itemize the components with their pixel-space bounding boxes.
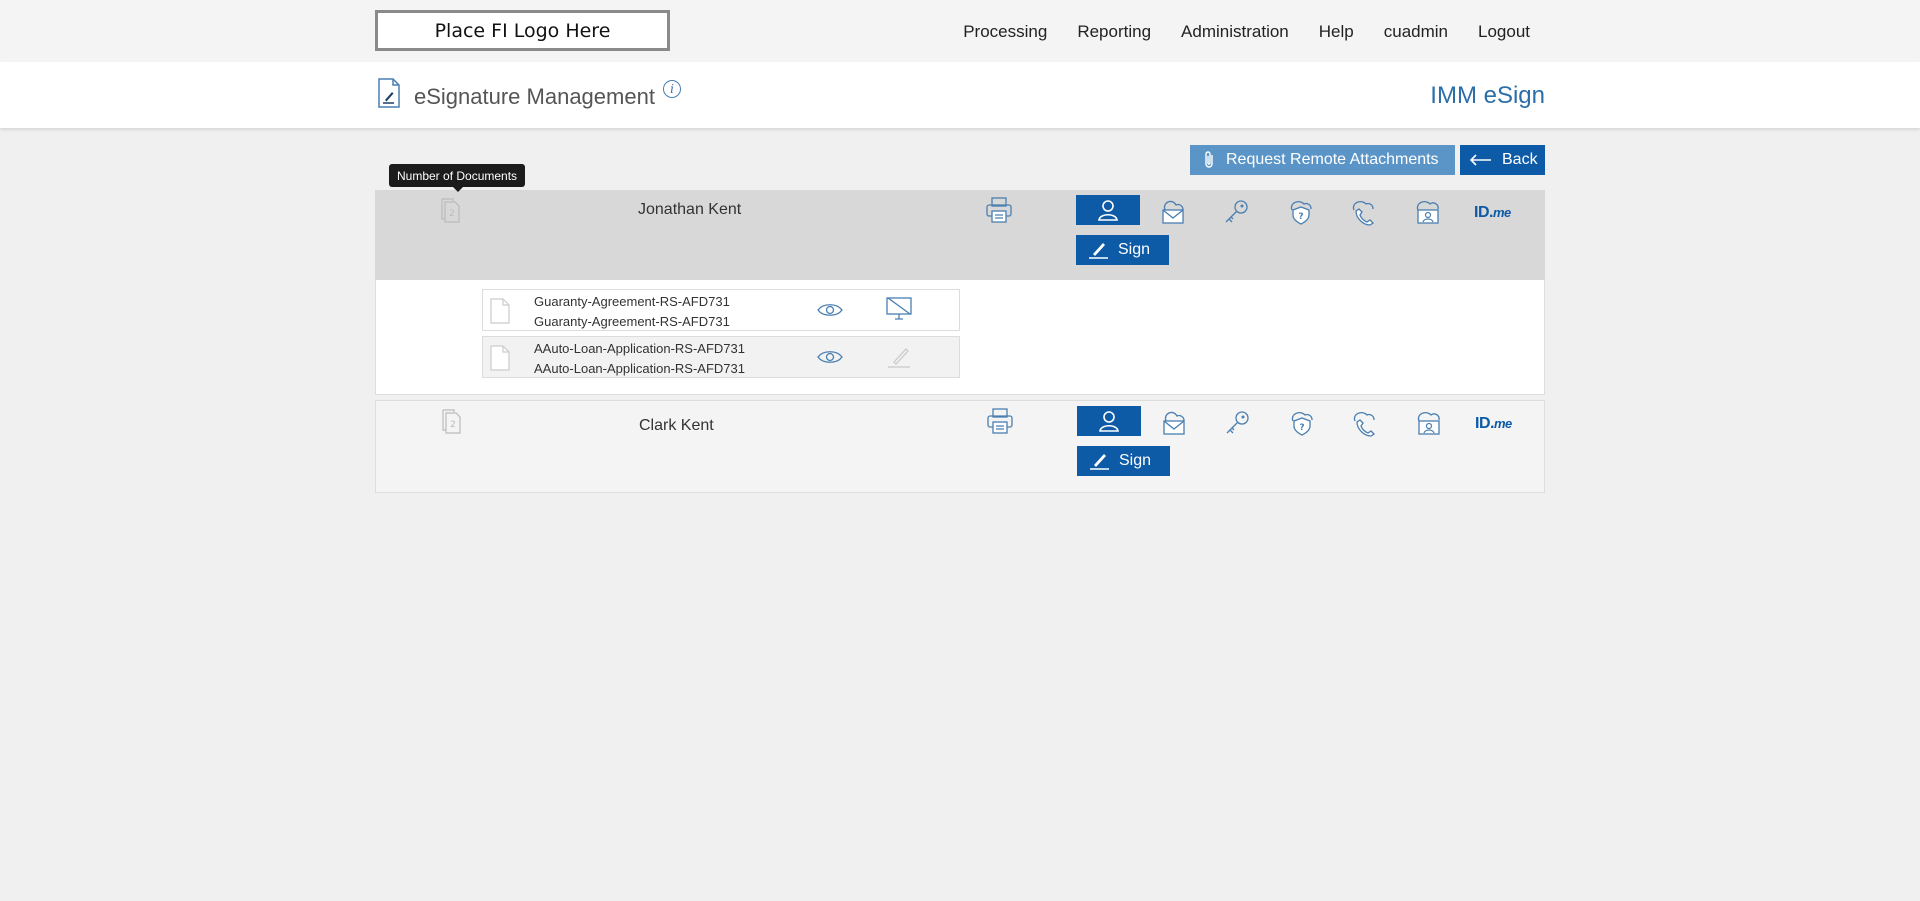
cloud-id-card-icon[interactable] bbox=[1414, 198, 1442, 231]
idme-logo[interactable]: ID.me bbox=[1475, 415, 1512, 433]
key-icon[interactable] bbox=[1224, 409, 1252, 442]
top-navbar: Place FI Logo Here Processing Reporting … bbox=[0, 0, 1920, 62]
main-nav: Processing Reporting Administration Help… bbox=[933, 22, 1530, 42]
info-icon[interactable]: i bbox=[663, 80, 681, 98]
idme-me: me bbox=[1492, 205, 1511, 220]
pen-disabled-icon bbox=[885, 342, 913, 375]
idme-logo[interactable]: ID.me bbox=[1474, 204, 1511, 222]
eye-icon[interactable] bbox=[817, 349, 843, 370]
sign-label: Sign bbox=[1118, 241, 1151, 258]
svg-text:2: 2 bbox=[449, 209, 455, 219]
nav-help[interactable]: Help bbox=[1319, 22, 1354, 42]
back-label: Back bbox=[1502, 151, 1538, 168]
signer-row-clark-kent: 2 Clark Kent ? ID.me Sign bbox=[375, 400, 1545, 493]
pen-icon bbox=[1089, 243, 1108, 259]
phone-icon[interactable] bbox=[1350, 198, 1378, 231]
page-title: eSignature Management bbox=[414, 84, 655, 109]
document-subname: Guaranty-Agreement-RS-AFD731 bbox=[534, 314, 730, 329]
document-pen-icon bbox=[377, 78, 401, 113]
shield-question-icon[interactable]: ? bbox=[1288, 409, 1316, 442]
request-remote-attachments-label: Request Remote Attachments bbox=[1226, 151, 1439, 168]
svg-text:?: ? bbox=[1298, 212, 1303, 222]
number-of-documents-tooltip: Number of Documents bbox=[389, 164, 526, 192]
sign-label: Sign bbox=[1119, 452, 1152, 469]
document-name: Guaranty-Agreement-RS-AFD731 bbox=[534, 294, 730, 309]
svg-text:?: ? bbox=[1299, 423, 1304, 433]
arrow-left-icon bbox=[1470, 154, 1491, 166]
document-row: AAuto-Loan-Application-RS-AFD731 AAuto-L… bbox=[482, 336, 960, 378]
key-icon[interactable] bbox=[1223, 198, 1251, 231]
idme-me: me bbox=[1493, 416, 1512, 431]
svg-text:2: 2 bbox=[450, 420, 456, 430]
signer-name: Jonathan Kent bbox=[638, 201, 742, 218]
nav-logout[interactable]: Logout bbox=[1478, 22, 1530, 42]
idme-id: ID. bbox=[1474, 204, 1493, 221]
cloud-id-card-icon[interactable] bbox=[1415, 409, 1443, 442]
brand-title: IMM eSign bbox=[1430, 82, 1545, 109]
phone-icon[interactable] bbox=[1351, 409, 1379, 442]
document-names: Guaranty-Agreement-RS-AFD731 Guaranty-Ag… bbox=[534, 292, 730, 332]
page-header: eSignature Management i IMM eSign bbox=[0, 62, 1920, 128]
nav-administration[interactable]: Administration bbox=[1181, 22, 1289, 42]
cloud-email-icon[interactable] bbox=[1159, 198, 1187, 229]
document-subname: AAuto-Loan-Application-RS-AFD731 bbox=[534, 361, 745, 376]
document-row: Guaranty-Agreement-RS-AFD731 Guaranty-Ag… bbox=[482, 289, 960, 331]
cloud-email-icon[interactable] bbox=[1160, 409, 1188, 440]
paperclip-icon bbox=[1205, 151, 1213, 168]
documents-count-icon[interactable]: 2 bbox=[442, 409, 462, 440]
printer-icon[interactable] bbox=[985, 196, 1013, 229]
monitor-off-icon[interactable] bbox=[885, 295, 913, 328]
shield-question-icon[interactable]: ? bbox=[1287, 198, 1315, 231]
user-icon bbox=[1098, 200, 1118, 221]
pen-icon bbox=[1090, 454, 1109, 470]
eye-icon[interactable] bbox=[817, 302, 843, 323]
document-name: AAuto-Loan-Application-RS-AFD731 bbox=[534, 341, 745, 356]
user-icon bbox=[1099, 411, 1119, 432]
sign-button[interactable]: Sign bbox=[1076, 235, 1169, 265]
document-names: AAuto-Loan-Application-RS-AFD731 AAuto-L… bbox=[534, 339, 745, 379]
nav-reporting[interactable]: Reporting bbox=[1077, 22, 1151, 42]
documents-count-icon[interactable]: 2 bbox=[441, 198, 461, 229]
idme-id: ID. bbox=[1475, 415, 1494, 432]
file-icon bbox=[489, 298, 511, 329]
printer-icon[interactable] bbox=[986, 407, 1014, 440]
auth-in-person-button[interactable] bbox=[1077, 406, 1141, 436]
sign-button[interactable]: Sign bbox=[1077, 446, 1170, 476]
signer-documents-list: Guaranty-Agreement-RS-AFD731 Guaranty-Ag… bbox=[375, 280, 1545, 395]
signer-name: Clark Kent bbox=[639, 417, 714, 434]
fi-logo-placeholder[interactable]: Place FI Logo Here bbox=[375, 10, 670, 51]
signer-row-jonathan-kent: 2 Jonathan Kent ? ID.me Sign bbox=[375, 190, 1545, 280]
file-icon bbox=[489, 345, 511, 376]
request-remote-attachments-button[interactable]: Request Remote Attachments bbox=[1190, 145, 1455, 175]
nav-processing[interactable]: Processing bbox=[963, 22, 1047, 42]
nav-user-cuadmin[interactable]: cuadmin bbox=[1384, 22, 1448, 42]
auth-in-person-button[interactable] bbox=[1076, 195, 1140, 225]
back-button[interactable]: Back bbox=[1460, 145, 1545, 175]
